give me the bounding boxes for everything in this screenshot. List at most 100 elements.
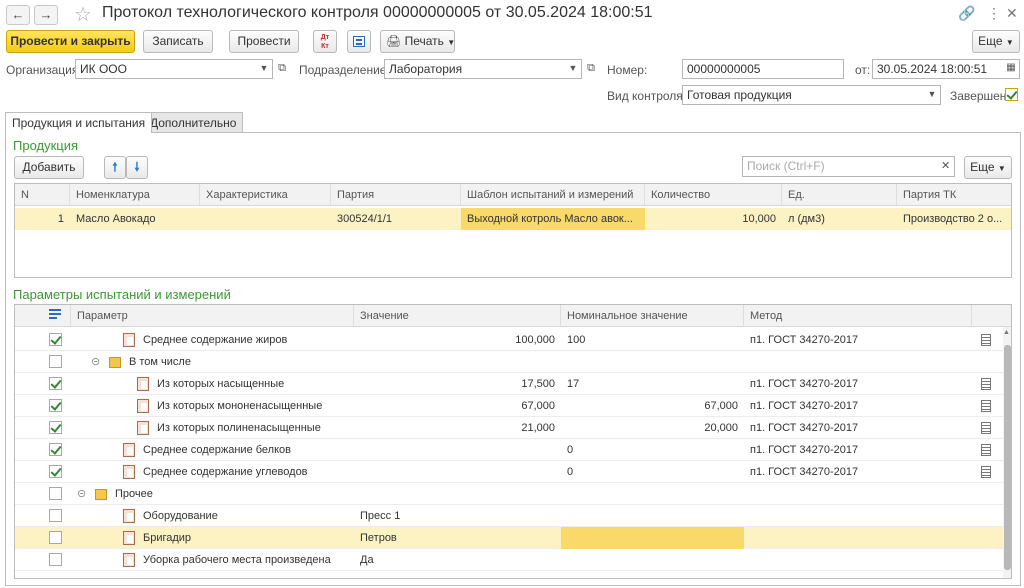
cell-method: п1. ГОСТ 34270-2017: [750, 334, 859, 346]
row-checkbox[interactable]: [49, 487, 62, 500]
number-field[interactable]: 00000000005: [682, 59, 844, 79]
table-row[interactable]: Среднее содержание жиров 100,000 100 п1. ГО…: [15, 329, 1011, 351]
cell-value[interactable]: [354, 461, 561, 483]
more-button[interactable]: Еще ▼: [972, 30, 1020, 53]
org-open-icon[interactable]: ⧉: [274, 59, 290, 79]
col-characteristic[interactable]: Характеристика: [200, 184, 331, 206]
cell-value[interactable]: 17,500: [354, 373, 561, 395]
org-dropdown-icon[interactable]: ▼: [256, 59, 272, 79]
org-field[interactable]: ИК ООО: [75, 59, 273, 79]
tab-additional[interactable]: Дополнительно: [143, 112, 244, 133]
scroll-up-icon[interactable]: ▲: [1003, 329, 1010, 336]
products-table-header: N Номенклатура Характеристика Партия Шаб…: [15, 184, 1011, 206]
date-field[interactable]: 30.05.2024 18:00:51: [872, 59, 1020, 79]
clear-search-icon[interactable]: ✕: [941, 159, 950, 172]
post-button[interactable]: Провести: [229, 30, 299, 53]
document-list-icon[interactable]: [981, 444, 991, 456]
col-param[interactable]: Параметр: [71, 305, 354, 327]
cell-param-name: Уборка рабочего места произведена: [143, 554, 331, 566]
collapse-toggle-icon[interactable]: ⊝: [91, 351, 107, 373]
col-extra: [972, 305, 1002, 327]
row-checkbox[interactable]: [49, 355, 62, 368]
dt-kt-button[interactable]: Дт Кт: [313, 30, 337, 53]
cell-value[interactable]: Да: [354, 549, 561, 571]
document-list-icon[interactable]: [981, 334, 991, 346]
forward-button[interactable]: →: [34, 5, 58, 25]
row-checkbox[interactable]: [49, 465, 62, 478]
cell-value[interactable]: [354, 439, 561, 461]
document-list-icon[interactable]: [981, 466, 991, 478]
col-n[interactable]: N: [15, 184, 70, 206]
move-down-button[interactable]: 🠗: [126, 156, 148, 179]
row-checkbox[interactable]: [49, 443, 62, 456]
cell-characteristic: [200, 208, 331, 230]
table-row[interactable]: ⊝ Прочее: [15, 483, 1011, 505]
col-check[interactable]: [15, 305, 71, 327]
parameter-icon: [137, 421, 149, 435]
col-method[interactable]: Метод: [744, 305, 972, 327]
cell-value[interactable]: 100,000: [354, 329, 561, 351]
collapse-toggle-icon[interactable]: ⊝: [77, 483, 93, 505]
tab-products-tests[interactable]: Продукция и испытания: [5, 112, 153, 133]
calendar-icon[interactable]: ▦: [1003, 59, 1019, 79]
row-checkbox[interactable]: [49, 399, 62, 412]
cell-value[interactable]: [354, 483, 561, 505]
row-checkbox[interactable]: [49, 531, 62, 544]
cell-value[interactable]: [354, 351, 561, 373]
table-row[interactable]: Оборудование Пресс 1: [15, 505, 1011, 527]
col-item[interactable]: Номенклатура: [70, 184, 200, 206]
document-list-icon[interactable]: [981, 400, 991, 412]
col-nominal[interactable]: Номинальное значение: [561, 305, 744, 327]
products-more-button[interactable]: Еще ▼: [964, 156, 1012, 179]
row-checkbox[interactable]: [49, 377, 62, 390]
document-list-icon[interactable]: [981, 422, 991, 434]
table-row[interactable]: Из которых мононенасыщенные 67,000 67,000 п…: [15, 395, 1011, 417]
division-open-icon[interactable]: ⧉: [583, 59, 599, 79]
table-row[interactable]: Из которых полиненасыщенные 21,000 20,000 п…: [15, 417, 1011, 439]
row-checkbox[interactable]: [49, 509, 62, 522]
params-table[interactable]: Параметр Значение Номинальное значение М…: [14, 304, 1012, 579]
cell-value[interactable]: 67,000: [354, 395, 561, 417]
row-checkbox[interactable]: [49, 421, 62, 434]
save-button[interactable]: Записать: [143, 30, 213, 53]
table-row[interactable]: Среднее содержание белков 0 п1. ГОСТ 34270…: [15, 439, 1011, 461]
table-row[interactable]: Из которых насыщенные 17,500 17 п1. ГОСТ 34…: [15, 373, 1011, 395]
row-checkbox[interactable]: [49, 333, 62, 346]
division-dropdown-icon[interactable]: ▼: [565, 59, 581, 79]
cell-value[interactable]: Пресс 1: [354, 505, 561, 527]
table-row[interactable]: Бригадир Петров: [15, 527, 1011, 549]
print-button[interactable]: 🖨 Печать ▼: [380, 30, 455, 53]
add-button[interactable]: Добавить: [14, 156, 84, 179]
table-row[interactable]: Среднее содержание углеводов 0 п1. ГОСТ 34…: [15, 461, 1011, 483]
cell-nominal-max: [652, 549, 744, 571]
parameter-icon: [137, 399, 149, 413]
post-and-close-button[interactable]: Провести и закрыть: [6, 30, 135, 53]
structure-button[interactable]: [347, 30, 371, 53]
col-value[interactable]: Значение: [354, 305, 561, 327]
table-row[interactable]: Уборка рабочего места произведена Да: [15, 549, 1011, 571]
control-type-dropdown-icon[interactable]: ▼: [924, 85, 940, 105]
control-type-field[interactable]: Готовая продукция: [682, 85, 941, 105]
col-tk-batch[interactable]: Партия ТК: [897, 184, 1011, 206]
col-quantity[interactable]: Количество: [645, 184, 782, 206]
col-template[interactable]: Шаблон испытаний и измерений: [461, 184, 645, 206]
row-checkbox[interactable]: [49, 553, 62, 566]
menu-dots-icon[interactable]: ⋮: [987, 5, 1001, 22]
document-list-icon[interactable]: [981, 378, 991, 390]
favorite-star-icon[interactable]: ☆: [74, 2, 92, 27]
cell-value[interactable]: 21,000: [354, 417, 561, 439]
move-up-button[interactable]: 🠕: [104, 156, 126, 179]
search-input[interactable]: Поиск (Ctrl+F): [742, 156, 955, 177]
link-icon[interactable]: 🔗: [958, 5, 975, 22]
cell-value[interactable]: Петров: [354, 527, 561, 549]
table-row[interactable]: ⊝ В том числе: [15, 351, 1011, 373]
division-field[interactable]: Лаборатория: [384, 59, 582, 79]
back-button[interactable]: ←: [6, 5, 30, 25]
scrollbar-thumb[interactable]: [1004, 345, 1011, 570]
completed-checkbox[interactable]: [1005, 88, 1018, 101]
col-unit[interactable]: Ед.: [782, 184, 897, 206]
products-table[interactable]: N Номенклатура Характеристика Партия Шаб…: [14, 183, 1012, 278]
col-batch[interactable]: Партия: [331, 184, 461, 206]
table-row[interactable]: 1 Масло Авокадо 300524/1/1 Выходной котр…: [15, 208, 1011, 230]
close-icon[interactable]: ✕: [1006, 5, 1018, 22]
